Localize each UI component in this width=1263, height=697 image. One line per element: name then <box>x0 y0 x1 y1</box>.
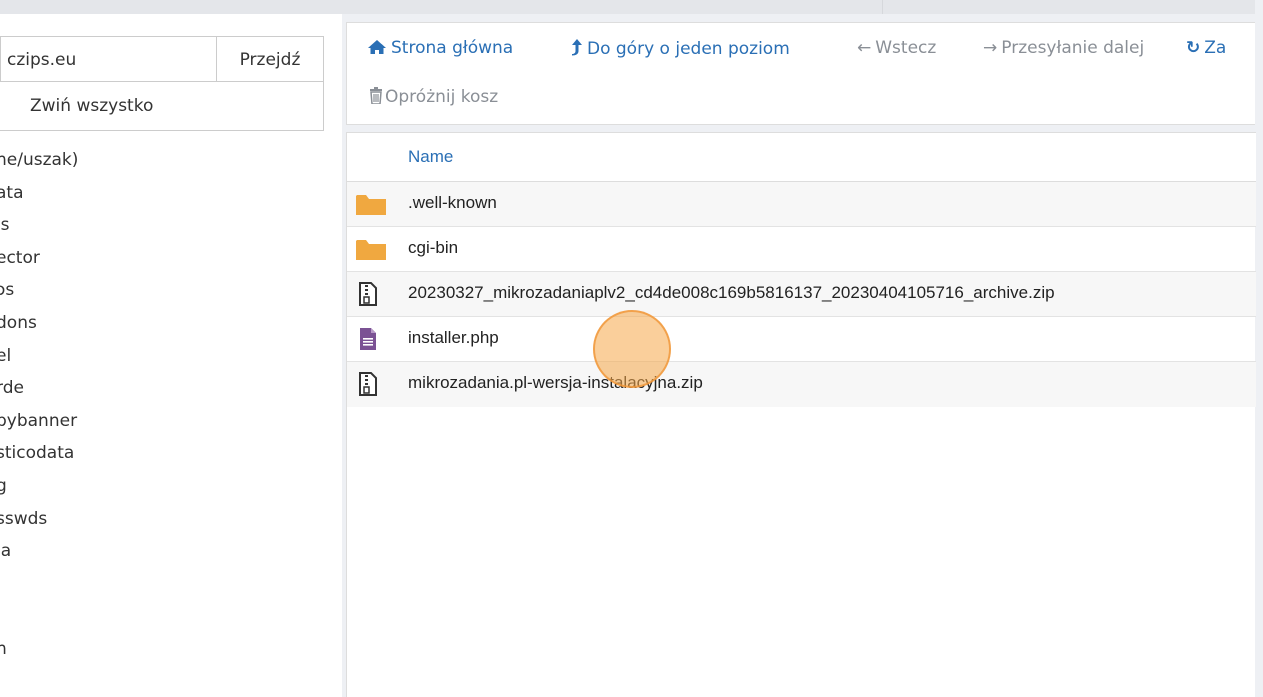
name-column-header[interactable]: Name <box>347 132 1256 182</box>
file-name: installer.php <box>408 328 499 347</box>
tree-item[interactable]: sticodata <box>0 437 78 470</box>
tree-item[interactable] <box>0 600 78 633</box>
file-row[interactable]: cgi-bin <box>347 227 1256 272</box>
file-row[interactable]: .well-known <box>347 182 1256 227</box>
path-input[interactable]: czips.eu <box>0 36 216 84</box>
arrow-left-icon: ← <box>857 38 872 58</box>
go-button[interactable]: Przejdź <box>216 36 324 84</box>
empty-trash-label: Opróżnij kosz <box>385 87 499 107</box>
directory-tree: ne/uszak) ata 's ector ɔs dons el rde py… <box>0 144 78 666</box>
tree-item[interactable]: el <box>0 340 78 373</box>
folder-icon <box>356 195 386 215</box>
file-name: .well-known <box>408 193 497 212</box>
home-icon <box>368 40 386 54</box>
reload-icon: ↻ <box>1186 38 1201 58</box>
tree-item[interactable]: ne/uszak) <box>0 144 78 177</box>
file-row[interactable]: 20230327_mikrozadaniaplv2_cd4de008c169b5… <box>347 272 1256 317</box>
trash-icon <box>370 87 382 104</box>
back-button[interactable]: ← Wstecz <box>857 38 936 58</box>
tree-item[interactable]: la <box>0 535 78 568</box>
up-level-label: Do góry o jeden poziom <box>587 39 790 59</box>
tree-item[interactable]: ector <box>0 242 78 275</box>
folder-icon <box>356 240 386 260</box>
forward-label: Przesyłanie dalej <box>1001 38 1145 58</box>
up-level-button[interactable]: Do góry o jeden poziom <box>571 38 790 59</box>
tree-item[interactable]: ɔs <box>0 274 78 307</box>
file-list: Name .well-known cgi-bin 20230327_mikroz… <box>346 132 1256 697</box>
empty-trash-button[interactable]: Opróżnij kosz <box>369 87 498 107</box>
toolbar: Strona główna Do góry o jeden poziom ← Ws… <box>346 22 1255 125</box>
home-button[interactable]: Strona główna <box>367 38 513 58</box>
right-panel: Strona główna Do góry o jeden poziom ← Ws… <box>346 14 1256 697</box>
tree-item[interactable]: pybanner <box>0 405 78 438</box>
top-strip <box>0 0 1255 14</box>
file-row[interactable]: mikrozadania.pl-wersja-instalacyjna.zip <box>347 362 1256 407</box>
left-panel: czips.eu Przejdź Zwiń wszystko ne/uszak)… <box>0 14 342 697</box>
php-file-icon <box>360 328 376 350</box>
reload-label: Za <box>1204 38 1227 58</box>
tree-item[interactable]: dons <box>0 307 78 340</box>
tree-item[interactable]: rde <box>0 372 78 405</box>
tree-item[interactable]: 's <box>0 209 78 242</box>
file-name: cgi-bin <box>408 238 459 257</box>
tree-item[interactable]: n <box>0 633 78 666</box>
forward-button[interactable]: → Przesyłanie dalej <box>983 38 1144 58</box>
tree-item[interactable]: g <box>0 470 78 503</box>
file-row[interactable]: installer.php <box>347 317 1256 362</box>
tree-item[interactable] <box>0 568 78 601</box>
back-label: Wstecz <box>875 38 937 58</box>
collapse-all-button[interactable]: Zwiń wszystko <box>0 81 324 131</box>
name-header-label: Name <box>408 147 454 166</box>
tree-item[interactable]: sswds <box>0 503 78 536</box>
zip-file-icon <box>359 282 377 306</box>
click-indicator <box>593 310 671 388</box>
zip-file-icon <box>359 372 377 396</box>
file-name: 20230327_mikrozadaniaplv2_cd4de008c169b5… <box>408 283 1055 302</box>
arrow-right-icon: → <box>983 38 998 58</box>
level-up-icon <box>572 39 582 56</box>
tree-item[interactable]: ata <box>0 177 78 210</box>
reload-button[interactable]: ↻ Za <box>1186 38 1226 58</box>
home-label: Strona główna <box>391 38 514 58</box>
